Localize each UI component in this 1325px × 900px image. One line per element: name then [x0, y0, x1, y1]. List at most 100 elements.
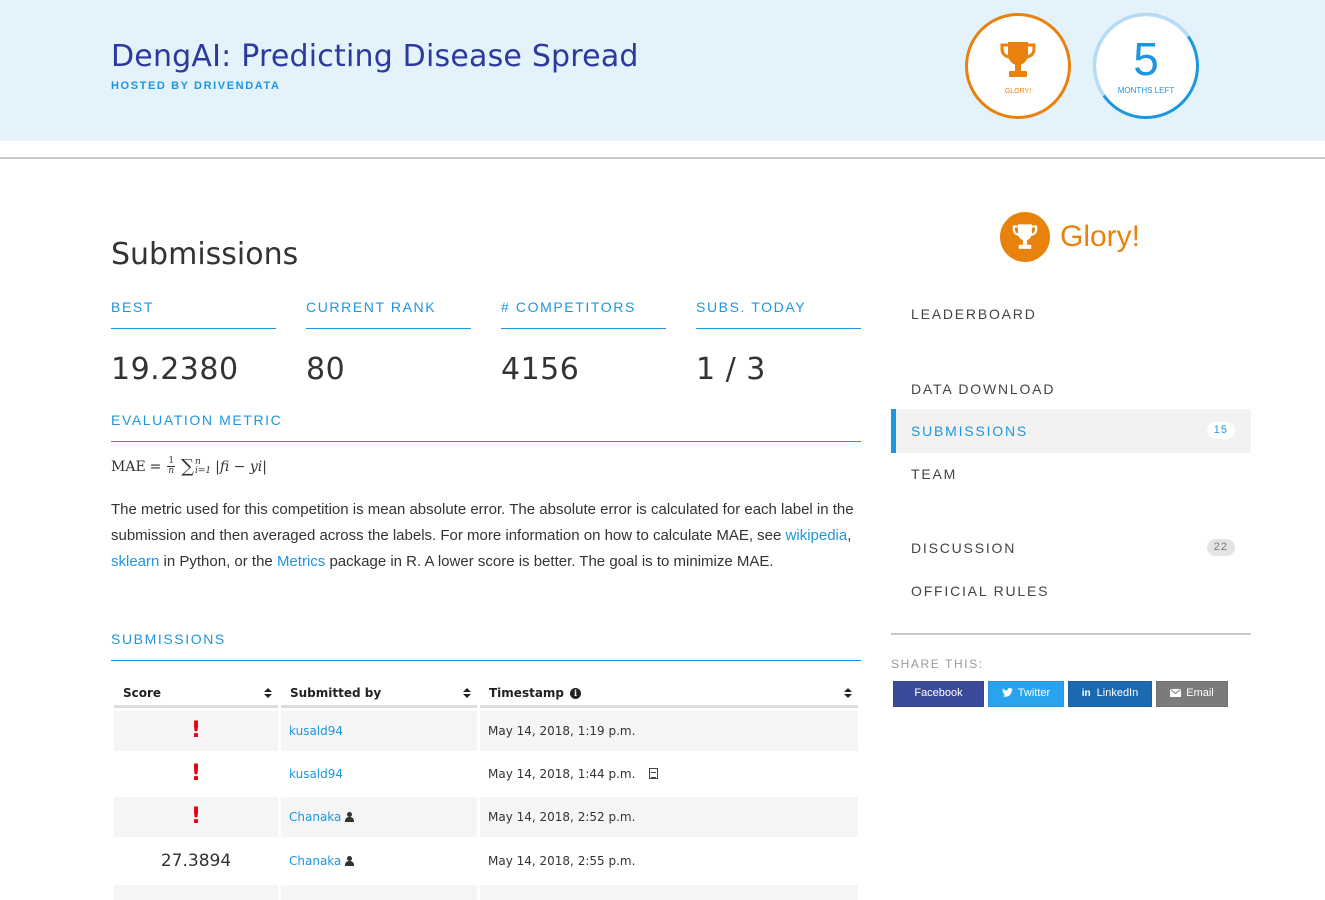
nav-label: OFFICIAL RULES: [911, 583, 1050, 599]
stat-label: BEST: [111, 297, 276, 329]
share-email-button[interactable]: Email: [1156, 681, 1228, 707]
user-link[interactable]: kusald94: [289, 724, 343, 738]
user-icon: [345, 812, 355, 822]
description-text: in Python, or the: [159, 553, 277, 570]
twitter-bird-icon: [1001, 688, 1013, 697]
mae-formula: MAE = 1 n ∑ n i=1 |fi − yi|: [111, 456, 267, 477]
submitted-by-column-header[interactable]: Submitted by: [281, 680, 477, 708]
submitted-by-cell: Chanaka: [281, 841, 477, 881]
formula-limits: n i=1: [195, 457, 212, 476]
host-label: HOSTED BY DRIVENDATA: [111, 80, 281, 92]
formula-body: |fi − yi|: [215, 458, 267, 475]
sidebar-glory: Glory!: [1000, 212, 1140, 262]
description-comma: ,: [847, 527, 852, 544]
linkedin-icon: in: [1081, 688, 1091, 699]
stat-value: 19.2380: [111, 352, 239, 387]
formula-equals: =: [149, 458, 162, 475]
score-cell: [114, 885, 278, 900]
timestamp-value: May 14, 2018, 2:52 p.m.: [488, 810, 636, 824]
formula-lower: i=1: [195, 465, 212, 476]
metric-description: The metric used for this competition is …: [111, 497, 861, 575]
timestamp-value: May 14, 2018, 1:19 p.m.: [488, 724, 636, 738]
timestamp-cell: [480, 885, 858, 900]
timestamp-cell: May 14, 2018, 1:44 p.m.: [480, 754, 858, 794]
share-twitter-button[interactable]: Twitter: [988, 681, 1064, 707]
submitted-by-header-label: Submitted by: [290, 686, 382, 700]
metrics-package-link[interactable]: Metrics: [277, 553, 325, 570]
email-label: Email: [1186, 687, 1214, 699]
stat-competitors: # COMPETITORS 4156: [501, 297, 666, 387]
formula-sum: ∑: [181, 456, 194, 477]
score-column-header[interactable]: Score: [114, 680, 278, 708]
score-cell: !: [114, 797, 278, 837]
nav-team[interactable]: TEAM: [891, 452, 1251, 496]
score-cell: !: [114, 754, 278, 794]
trophy-icon: [1012, 224, 1038, 249]
timestamp-column-header[interactable]: Timestamp i: [480, 680, 858, 708]
linkedin-label: LinkedIn: [1096, 687, 1139, 699]
score-cell: 27.3894: [160, 851, 232, 871]
stat-value: 80: [306, 352, 346, 387]
nav-discussion[interactable]: DISCUSSION 22: [891, 526, 1251, 570]
wikipedia-link[interactable]: wikipedia: [786, 527, 848, 544]
share-linkedin-button[interactable]: in LinkedIn: [1068, 681, 1152, 707]
sidebar-divider: [891, 633, 1251, 635]
user-link[interactable]: Chanaka: [289, 810, 341, 824]
header-divider: [0, 157, 1325, 159]
submitted-by-cell: kusald94: [281, 711, 477, 751]
formula-denominator: n: [168, 466, 175, 476]
formula-lhs: MAE: [111, 458, 146, 475]
months-left-value: 5: [1133, 33, 1159, 85]
score-header-label: Score: [123, 686, 162, 700]
description-text: The metric used for this competition is …: [111, 501, 854, 544]
error-icon[interactable]: !: [191, 754, 201, 794]
user-link[interactable]: Chanaka: [289, 854, 341, 868]
stat-subs-today: SUBS. TODAY 1 / 3: [696, 297, 861, 387]
formula-fraction: 1 n: [167, 457, 176, 476]
sort-icon[interactable]: [264, 686, 272, 700]
nav-label: LEADERBOARD: [911, 306, 1037, 322]
error-icon[interactable]: !: [191, 711, 201, 751]
envelope-icon: [1170, 689, 1182, 697]
trophy-circle: [1000, 212, 1050, 262]
sklearn-link[interactable]: sklearn: [111, 553, 159, 570]
table-row: [111, 885, 861, 900]
months-left-label: MONTHS LEFT: [1117, 86, 1175, 95]
table-row: ! Chanaka May 14, 2018, 2:52 p.m.: [111, 797, 861, 837]
timestamp-cell: May 14, 2018, 2:52 p.m.: [480, 797, 858, 837]
description-text: package in R. A lower score is better. T…: [325, 553, 774, 570]
share-facebook-button[interactable]: Facebook: [893, 681, 984, 707]
sort-icon[interactable]: [844, 686, 852, 700]
user-link[interactable]: kusald94: [289, 767, 343, 781]
timestamp-cell: May 14, 2018, 1:19 p.m.: [480, 711, 858, 751]
nav-label: SUBMISSIONS: [911, 423, 1029, 439]
submitted-by-cell: Chanaka: [281, 797, 477, 837]
timestamp-value: May 14, 2018, 2:55 p.m.: [488, 854, 636, 868]
nav-label: DISCUSSION: [911, 540, 1017, 556]
submitted-by-cell: kusald94: [281, 754, 477, 794]
score-cell: !: [114, 711, 278, 751]
document-icon[interactable]: [649, 768, 659, 779]
error-icon[interactable]: !: [191, 797, 201, 837]
timestamp-header-label: Timestamp: [489, 686, 565, 700]
sort-icon[interactable]: [463, 686, 471, 700]
months-left-badge: 5 MONTHS LEFT: [1084, 4, 1208, 128]
stat-current-rank: CURRENT RANK 80: [306, 297, 471, 387]
info-icon[interactable]: i: [570, 688, 582, 699]
competition-header: DengAI: Predicting Disease Spread HOSTED…: [0, 0, 1325, 141]
submitted-by-cell: [281, 885, 477, 900]
nav-submissions[interactable]: SUBMISSIONS 15: [891, 409, 1251, 453]
stat-label: CURRENT RANK: [306, 297, 471, 329]
glory-label: Glory!: [1060, 220, 1141, 253]
facebook-label: Facebook: [914, 687, 963, 699]
twitter-label: Twitter: [1017, 687, 1051, 699]
discussion-count-badge: 22: [1206, 539, 1235, 556]
nav-data-download[interactable]: DATA DOWNLOAD: [891, 367, 1251, 411]
nav-label: TEAM: [911, 466, 958, 482]
glory-badge: GLORY!: [965, 13, 1071, 119]
submissions-table-header: Score Submitted by Timestamp i: [111, 680, 861, 708]
page-title: Submissions: [111, 237, 299, 272]
competition-title[interactable]: DengAI: Predicting Disease Spread: [111, 39, 639, 74]
nav-official-rules[interactable]: OFFICIAL RULES: [891, 569, 1251, 613]
nav-leaderboard[interactable]: LEADERBOARD: [891, 292, 1251, 336]
